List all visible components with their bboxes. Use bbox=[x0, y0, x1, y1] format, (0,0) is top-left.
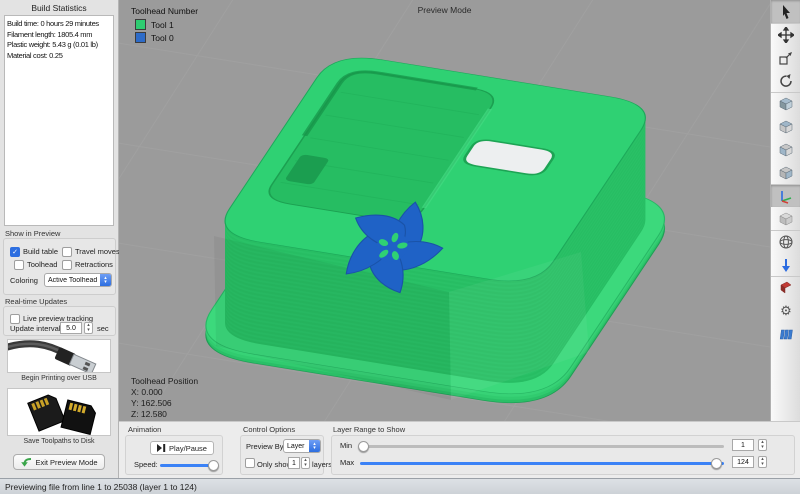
update-interval-stepper[interactable]: ▴▾ bbox=[84, 322, 93, 334]
legend-tool1: Tool 1 bbox=[135, 19, 198, 30]
speed-slider-knob[interactable] bbox=[208, 460, 219, 471]
update-interval-input[interactable]: 5.0 bbox=[60, 322, 82, 334]
view-side-icon[interactable] bbox=[771, 161, 800, 184]
usb-cable-icon bbox=[8, 340, 110, 372]
only-show-checkbox[interactable] bbox=[245, 458, 255, 468]
sd-cards-icon bbox=[8, 389, 110, 435]
min-slider-knob[interactable] bbox=[358, 441, 369, 452]
min-stepper[interactable]: ▴▾ bbox=[758, 439, 767, 451]
checkbox-retractions[interactable]: Retractions bbox=[62, 256, 113, 274]
model-cube-icon[interactable] bbox=[771, 207, 800, 230]
only-show-input[interactable]: 1 bbox=[288, 457, 300, 469]
show-in-preview-label: Show in Preview bbox=[5, 229, 60, 238]
preview-controls-bar: Animation Play/Pause Speed: Control Opti… bbox=[119, 421, 800, 478]
retractions-checkbox[interactable] bbox=[62, 260, 72, 270]
coordinate-axes-icon[interactable] bbox=[771, 184, 800, 207]
move-icon[interactable] bbox=[771, 23, 800, 46]
show-in-preview-group: ✓Build table Travel moves Toolhead Retra… bbox=[3, 238, 116, 295]
stat-build-time: Build time: 0 hours 29 minutes bbox=[7, 19, 111, 30]
coloring-label: Coloring bbox=[10, 276, 38, 285]
usb-caption: Begin Printing over USB bbox=[0, 375, 118, 382]
realtime-updates-label: Real-time Updates bbox=[5, 297, 67, 306]
control-options-label: Control Options bbox=[243, 425, 295, 434]
layer-range-group: Min 1 ▴▾ Max 124 ▴▾ bbox=[331, 435, 795, 475]
view-top-icon[interactable] bbox=[771, 115, 800, 138]
play-pause-button[interactable]: Play/Pause bbox=[150, 441, 214, 455]
view-toolbar: ⚙ bbox=[770, 0, 800, 421]
dropdown-arrows-icon: ▴▾ bbox=[100, 274, 111, 286]
max-value-input[interactable]: 124 bbox=[732, 456, 754, 468]
max-stepper[interactable]: ▴▾ bbox=[758, 456, 767, 468]
max-slider[interactable] bbox=[360, 462, 724, 465]
only-show-unit: layers bbox=[312, 460, 332, 469]
update-interval-unit: sec bbox=[97, 324, 109, 333]
usb-print-button[interactable] bbox=[7, 339, 111, 373]
stat-filament-length: Filament length: 1805.4 mm bbox=[7, 30, 111, 41]
machine-control-icon[interactable] bbox=[771, 322, 800, 345]
cross-section-icon[interactable] bbox=[771, 276, 800, 299]
speed-slider[interactable] bbox=[160, 464, 216, 467]
stat-plastic-weight: Plastic weight: 5.43 g (0.01 lb) bbox=[7, 40, 111, 51]
view-front-icon[interactable] bbox=[771, 138, 800, 161]
legend-title: Toolhead Number bbox=[131, 6, 198, 16]
view-iso-icon[interactable] bbox=[771, 92, 800, 115]
tool0-swatch bbox=[135, 32, 146, 43]
only-show-label: Only show bbox=[257, 460, 292, 469]
layer-range-label: Layer Range to Show bbox=[333, 425, 405, 434]
min-slider[interactable] bbox=[360, 445, 724, 448]
exit-preview-mode-button[interactable]: Exit Preview Mode bbox=[13, 454, 105, 470]
checkbox-toolhead[interactable]: Toolhead bbox=[14, 256, 57, 274]
status-bar: Previewing file from line 1 to 25038 (la… bbox=[0, 478, 800, 494]
scale-icon[interactable] bbox=[771, 46, 800, 69]
save-toolpaths-button[interactable] bbox=[7, 388, 111, 436]
speed-label: Speed: bbox=[134, 460, 158, 469]
update-interval-label: Update interval bbox=[10, 324, 60, 333]
status-text: Previewing file from line 1 to 25038 (la… bbox=[5, 482, 197, 492]
stat-material-cost: Material cost: 0.25 bbox=[7, 51, 111, 62]
dropdown-arrows-icon: ▴▾ bbox=[309, 440, 320, 452]
toolhead-z: Z: 12.580 bbox=[131, 409, 198, 420]
rotate-icon[interactable] bbox=[771, 69, 800, 92]
back-arrow-icon bbox=[20, 457, 32, 467]
toolhead-legend: Toolhead Number Tool 1 Tool 0 bbox=[131, 6, 198, 43]
min-label: Min bbox=[340, 441, 352, 450]
control-options-group: Preview By Layer ▴▾ Only show 1 ▴▾ layer… bbox=[240, 435, 324, 475]
min-value-input[interactable]: 1 bbox=[732, 439, 754, 451]
settings-gear-icon[interactable]: ⚙ bbox=[771, 299, 800, 322]
preview-by-dropdown[interactable]: Layer ▴▾ bbox=[283, 439, 321, 453]
panel-title: Build Statistics bbox=[0, 3, 118, 13]
max-label: Max bbox=[340, 458, 354, 467]
preview-by-label: Preview By bbox=[246, 442, 284, 451]
toolhead-position-title: Toolhead Position bbox=[131, 376, 198, 387]
animation-label: Animation bbox=[128, 425, 161, 434]
live-preview-checkbox[interactable] bbox=[10, 314, 20, 324]
play-pause-icon bbox=[157, 444, 166, 452]
only-show-stepper[interactable]: ▴▾ bbox=[301, 457, 310, 469]
preview-3d-viewport[interactable]: Preview Mode Toolhead Number Tool 1 Tool… bbox=[119, 0, 770, 421]
sd-caption: Save Toolpaths to Disk bbox=[0, 438, 118, 445]
toolhead-x: X: 0.000 bbox=[131, 387, 198, 398]
max-slider-knob[interactable] bbox=[711, 458, 722, 469]
toolhead-checkbox[interactable] bbox=[14, 260, 24, 270]
printed-model-canvas bbox=[119, 0, 770, 421]
coloring-dropdown[interactable]: Active Toolhead ▴▾ bbox=[44, 273, 112, 287]
toolhead-position-readout: Toolhead Position X: 0.000 Y: 162.506 Z:… bbox=[131, 376, 198, 420]
wireframe-sphere-icon[interactable] bbox=[771, 230, 800, 253]
toolhead-y: Y: 162.506 bbox=[131, 398, 198, 409]
preview-mode-title: Preview Mode bbox=[119, 5, 770, 15]
select-cursor-icon[interactable] bbox=[771, 0, 800, 23]
build-statistics-panel: Build Statistics Build time: 0 hours 29 … bbox=[0, 0, 119, 478]
tool1-swatch bbox=[135, 19, 146, 30]
build-stats-box: Build time: 0 hours 29 minutes Filament … bbox=[4, 15, 114, 226]
legend-tool0: Tool 0 bbox=[135, 32, 198, 43]
toolhead-down-icon[interactable] bbox=[771, 253, 800, 276]
realtime-updates-group: Live preview tracking Update interval 5.… bbox=[3, 306, 116, 336]
animation-group: Play/Pause Speed: bbox=[125, 435, 223, 475]
